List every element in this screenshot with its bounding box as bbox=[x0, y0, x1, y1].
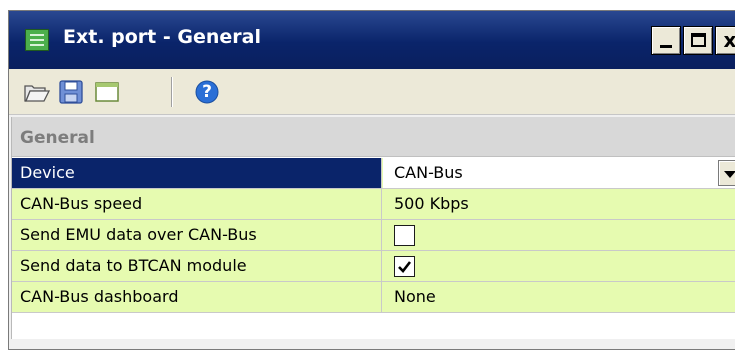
property-row-device[interactable]: Device CAN-Bus bbox=[12, 158, 735, 189]
save-disk-icon bbox=[59, 80, 83, 104]
property-name: CAN-Bus speed bbox=[12, 189, 382, 219]
property-value[interactable]: 500 Kbps bbox=[383, 189, 735, 219]
folder-open-icon bbox=[24, 85, 51, 102]
maximize-button[interactable] bbox=[683, 26, 713, 55]
device-select[interactable]: CAN-Bus bbox=[383, 158, 735, 188]
property-value[interactable]: None bbox=[383, 282, 735, 312]
dropdown-button[interactable] bbox=[718, 160, 735, 186]
view-button[interactable] bbox=[93, 79, 121, 105]
property-name: Send EMU data over CAN-Bus bbox=[12, 220, 382, 250]
help-icon-label: ? bbox=[202, 82, 212, 102]
grid-window-icon bbox=[25, 29, 49, 51]
section-header-general[interactable]: General bbox=[12, 117, 735, 157]
property-row-send-btcan[interactable]: Send data to BTCAN module bbox=[12, 251, 735, 282]
property-name: CAN-Bus dashboard bbox=[12, 282, 382, 312]
section-label: General bbox=[20, 128, 95, 148]
open-button[interactable] bbox=[23, 79, 51, 105]
grid-empty-area bbox=[12, 313, 735, 339]
send-btcan-checkbox[interactable] bbox=[394, 256, 415, 277]
minimize-button[interactable] bbox=[651, 26, 681, 55]
property-name: Device bbox=[12, 158, 382, 188]
property-value-cell bbox=[383, 220, 735, 250]
checkmark-icon bbox=[398, 261, 412, 273]
chevron-down-icon bbox=[724, 171, 735, 178]
window-title: Ext. port - General bbox=[63, 26, 261, 48]
send-emu-data-checkbox[interactable] bbox=[394, 225, 415, 246]
toolbar-separator bbox=[171, 77, 173, 107]
minimize-icon bbox=[660, 45, 672, 48]
property-window: Ext. port - General x ? General Device C… bbox=[8, 10, 735, 350]
property-name: Send data to BTCAN module bbox=[12, 251, 382, 281]
title-bar[interactable]: Ext. port - General x bbox=[9, 11, 735, 69]
toolbar: ? bbox=[9, 69, 735, 115]
window-view-icon bbox=[95, 82, 119, 102]
property-value-cell bbox=[383, 251, 735, 281]
close-button[interactable]: x bbox=[715, 26, 735, 55]
close-icon: x bbox=[723, 28, 735, 52]
property-row-can-bus-speed[interactable]: CAN-Bus speed 500 Kbps bbox=[12, 189, 735, 220]
property-grid: General Device CAN-Bus CAN-Bus speed 500… bbox=[11, 117, 735, 339]
property-row-send-emu-data[interactable]: Send EMU data over CAN-Bus bbox=[12, 220, 735, 251]
save-button[interactable] bbox=[57, 79, 85, 105]
maximize-icon bbox=[691, 33, 706, 47]
property-row-can-bus-dashboard[interactable]: CAN-Bus dashboard None bbox=[12, 282, 735, 313]
help-button[interactable]: ? bbox=[193, 79, 221, 105]
property-value: CAN-Bus bbox=[394, 163, 463, 182]
